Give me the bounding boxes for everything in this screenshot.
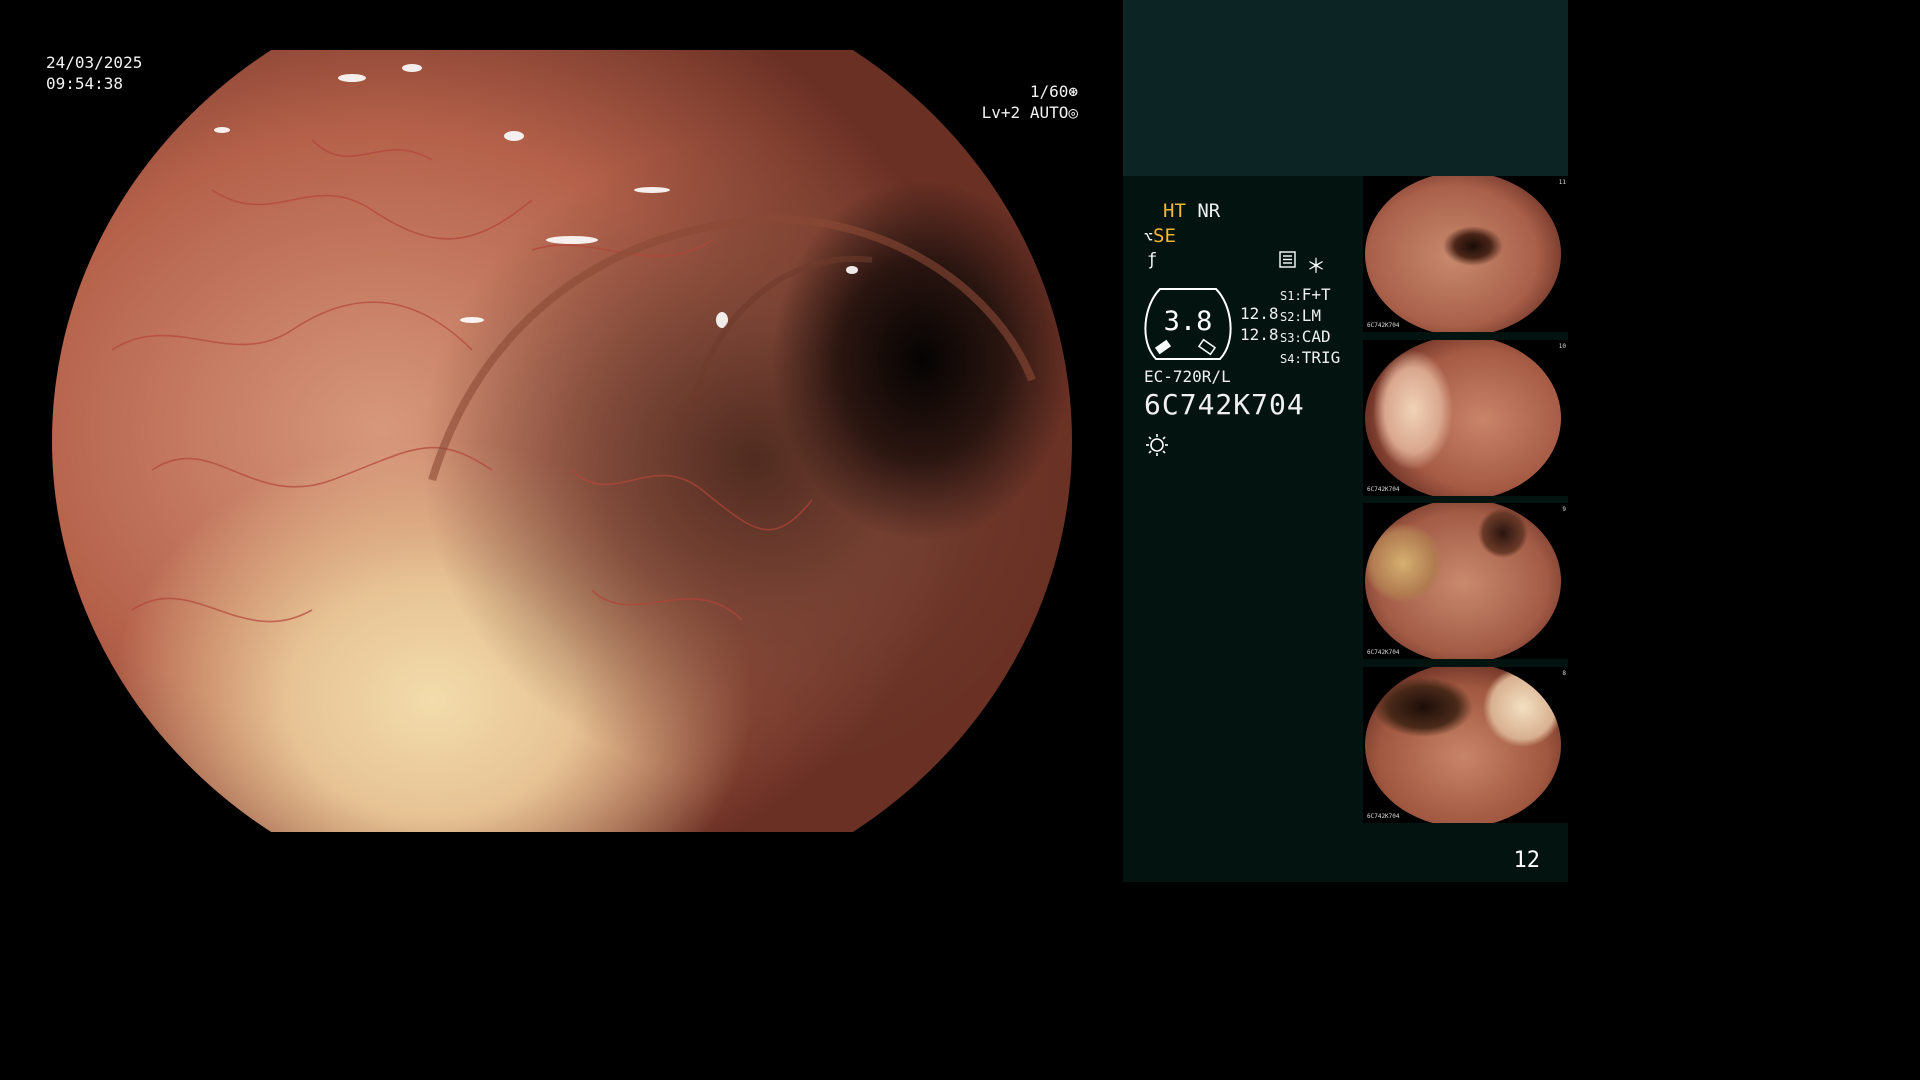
f-icon: ƒ — [1147, 250, 1158, 270]
zoom-value: 3.8 — [1163, 306, 1213, 337]
exposure-display: 1/60⊛ Lv+2 AUTO◎ — [982, 81, 1078, 123]
thumbnail[interactable]: 8 6C742K704 — [1363, 667, 1568, 823]
scissor-icon: ⌥ — [1144, 228, 1154, 246]
settings-box-icon — [1279, 251, 1296, 268]
light-icon — [1146, 434, 1168, 456]
ht-nr-indicator: HT NR — [1163, 200, 1220, 222]
scope-serial: 6C742K704 — [1144, 388, 1305, 421]
level-text: Lv+2 AUTO — [981, 103, 1069, 122]
time-text: 09:54:38 — [46, 74, 124, 93]
side-panel-header — [1123, 0, 1568, 176]
shutter-text: 1/60 — [1029, 82, 1069, 101]
scope-switch-list: S1:F+T S2:LM S3:CAD S4:TRIG — [1280, 285, 1340, 369]
auto-icon: ◎ — [1068, 103, 1078, 122]
nr-label: NR — [1197, 200, 1221, 222]
scope-model: EC-720R/L — [1144, 367, 1231, 386]
thumbnail[interactable]: 9 6C742K704 — [1363, 503, 1568, 659]
thumbnail[interactable]: 11 6C742K704 — [1363, 176, 1568, 332]
ht-label: HT — [1163, 200, 1186, 222]
date-text: 24/03/2025 — [46, 53, 143, 72]
value-2: 12.8 — [1240, 325, 1279, 344]
page-number: 12 — [1513, 848, 1541, 873]
switch-row: S2:LM — [1280, 306, 1321, 325]
vessel-pattern — [111, 64, 1036, 623]
gauge-values: 12.8 12.8 — [1240, 303, 1279, 345]
switch-row: S3:CAD — [1280, 327, 1331, 346]
se-indicator: ⌥SE — [1144, 225, 1176, 247]
endoscope-view — [52, 50, 1072, 832]
se-label: SE — [1153, 225, 1176, 247]
datetime-display: 24/03/2025 09:54:38 — [46, 52, 142, 94]
value-1: 12.8 — [1240, 304, 1279, 323]
switch-row: S1:F+T — [1280, 285, 1331, 304]
asterisk-icon: ＊ — [1306, 254, 1326, 278]
switch-row: S4:TRIG — [1280, 348, 1341, 367]
shutter-icon: ⊛ — [1068, 82, 1078, 101]
thumbnail[interactable]: 10 6C742K704 — [1363, 340, 1568, 496]
